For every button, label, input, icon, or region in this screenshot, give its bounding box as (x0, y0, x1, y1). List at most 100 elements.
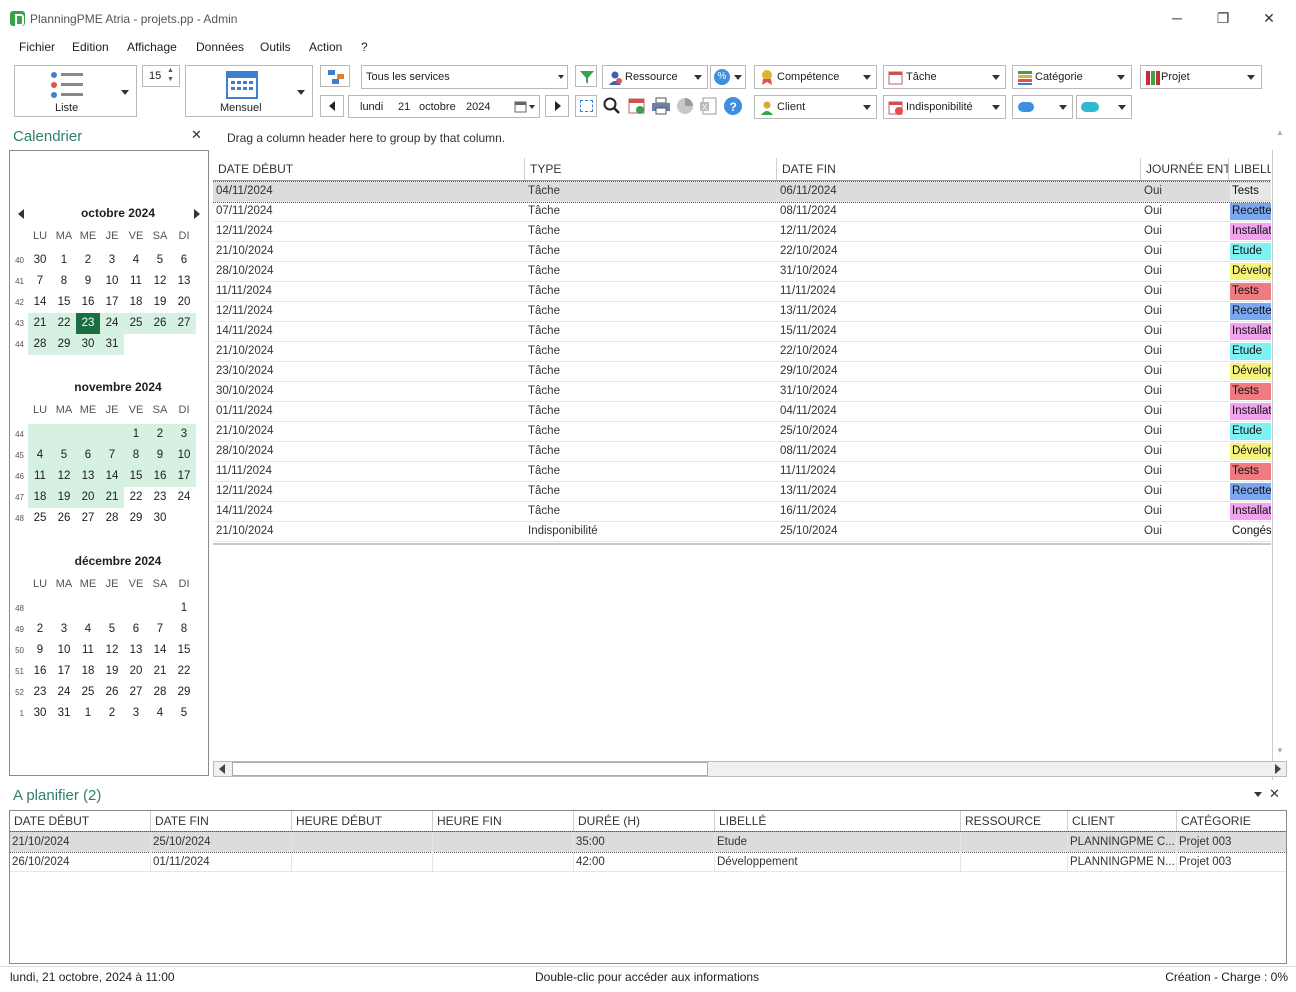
calendar-day[interactable]: 21 (28, 313, 52, 334)
calendar-day[interactable]: 18 (124, 292, 148, 313)
planner-column-date-debut[interactable]: DATE DÉBUT (10, 811, 151, 831)
calendar-day[interactable]: 7 (148, 619, 172, 640)
calendar-day[interactable]: 19 (148, 292, 172, 313)
table-row[interactable]: 21/10/2024 Tâche 22/10/2024 Oui Etude (213, 242, 1271, 262)
calendar-day[interactable]: 30 (28, 703, 52, 724)
calendar-day[interactable]: 17 (172, 466, 196, 487)
calendar-day[interactable]: 2 (28, 619, 52, 640)
calendar-day[interactable]: 8 (52, 271, 76, 292)
calendar-day[interactable]: 1 (52, 250, 76, 271)
planner-column-libelle[interactable]: LIBELLÉ (715, 811, 961, 831)
calendar-day[interactable]: 2 (100, 703, 124, 724)
calendar-day[interactable]: 29 (52, 334, 76, 355)
calendar-day[interactable]: 24 (172, 487, 196, 508)
scroll-thumb[interactable] (232, 762, 708, 776)
calendar-day[interactable]: 2 (148, 424, 172, 445)
calendar-day[interactable]: 31 (52, 703, 76, 724)
calendar-day[interactable]: 14 (28, 292, 52, 313)
calendar-day[interactable]: 1 (172, 598, 196, 619)
calendar-day[interactable]: 11 (124, 271, 148, 292)
table-row[interactable]: 21/10/2024 Indisponibilité 25/10/2024 Oui Co… (213, 522, 1271, 542)
planner-column-ressource[interactable]: RESSOURCE (961, 811, 1068, 831)
calendar-day[interactable]: 7 (28, 271, 52, 292)
table-row[interactable]: 21/10/2024 Tâche 25/10/2024 Oui Etude (213, 422, 1271, 442)
calendar-day[interactable]: 5 (148, 250, 172, 271)
period-spinner[interactable]: 15 ▲ ▼ (142, 65, 180, 87)
filter-indisponibilite[interactable]: Indisponibilité (883, 95, 1006, 119)
menu-outils[interactable]: Outils (260, 40, 291, 54)
sort-button[interactable] (320, 65, 350, 87)
planner-column-heure-debut[interactable]: HEURE DÉBUT (292, 811, 433, 831)
calendar-day[interactable]: 3 (52, 619, 76, 640)
spin-down-icon[interactable]: ▼ (167, 76, 174, 83)
close-window-button[interactable]: ✕ (1246, 4, 1292, 32)
menu-action[interactable]: Action (309, 40, 342, 54)
calendar-day[interactable]: 16 (28, 661, 52, 682)
calendar-day[interactable]: 18 (28, 487, 52, 508)
menu-fichier[interactable]: Fichier (19, 40, 55, 54)
calendar-day[interactable]: 6 (76, 445, 100, 466)
calendar-day[interactable]: 11 (76, 640, 100, 661)
calendar-day[interactable]: 10 (172, 445, 196, 466)
planner-row[interactable]: 26/10/2024 01/11/2024 42:00 Développement PL… (10, 852, 1286, 872)
calendar-day[interactable]: 13 (76, 466, 100, 487)
table-row[interactable]: 28/10/2024 Tâche 31/10/2024 Oui Dévelop (213, 262, 1271, 282)
calendar-day[interactable]: 22 (172, 661, 196, 682)
print-button[interactable] (651, 96, 673, 118)
table-row[interactable]: 30/10/2024 Tâche 31/10/2024 Oui Tests (213, 382, 1271, 402)
table-row[interactable]: 12/11/2024 Tâche 13/11/2024 Oui Recette (213, 482, 1271, 502)
scroll-right-icon[interactable] (1275, 764, 1281, 774)
planner-close-button[interactable]: ✕ (1269, 786, 1280, 802)
calendar-day[interactable]: 26 (52, 508, 76, 529)
calendar-day[interactable]: 9 (28, 640, 52, 661)
calendar-day[interactable]: 18 (76, 661, 100, 682)
export-excel-button[interactable]: X (699, 96, 721, 118)
calendar-day[interactable]: 3 (172, 424, 196, 445)
planner-column-duree[interactable]: DURÉE (H) (574, 811, 715, 831)
calendar-day[interactable]: 14 (148, 640, 172, 661)
calendar-day[interactable]: 23 (148, 487, 172, 508)
calendar-prev-month-button[interactable] (18, 209, 24, 219)
calendar-day[interactable]: 27 (76, 508, 100, 529)
calendar-day[interactable]: 4 (148, 703, 172, 724)
services-select[interactable]: Tous les services (361, 65, 568, 89)
charge-button[interactable]: % (710, 65, 746, 89)
calendar-day[interactable]: 29 (172, 682, 196, 703)
calendar-day-selected[interactable]: 23 (76, 313, 100, 334)
table-row[interactable]: 14/11/2024 Tâche 16/11/2024 Oui Installat (213, 502, 1271, 522)
calendar-day[interactable]: 29 (124, 508, 148, 529)
date-day[interactable]: lundi (360, 101, 383, 113)
calendar-day[interactable]: 4 (124, 250, 148, 271)
table-row[interactable]: 01/11/2024 Tâche 04/11/2024 Oui Installat (213, 402, 1271, 422)
calendar-day[interactable]: 2 (76, 250, 100, 271)
planner-column-categorie[interactable]: CATÉGORIE (1177, 811, 1286, 831)
calendar-day[interactable]: 20 (172, 292, 196, 313)
calendar-day[interactable]: 26 (148, 313, 172, 334)
calendar-day[interactable]: 14 (100, 466, 124, 487)
calendar-day[interactable]: 30 (76, 334, 100, 355)
view-month-button[interactable]: Mensuel (185, 65, 313, 117)
view-list-button[interactable]: Liste (14, 65, 137, 117)
calendar-day[interactable]: 28 (148, 682, 172, 703)
calendar-day[interactable]: 8 (172, 619, 196, 640)
planner-column-date-fin[interactable]: DATE FIN (151, 811, 292, 831)
column-date-fin[interactable]: DATE FIN (777, 158, 1141, 180)
menu-edition[interactable]: Edition (72, 40, 109, 54)
table-row[interactable]: 12/11/2024 Tâche 12/11/2024 Oui Installat (213, 222, 1271, 242)
minimize-button[interactable]: ─ (1154, 4, 1200, 32)
calendar-day[interactable]: 13 (172, 271, 196, 292)
spin-up-icon[interactable]: ▲ (167, 67, 174, 74)
calendar-day[interactable]: 3 (124, 703, 148, 724)
calendar-day[interactable]: 28 (100, 508, 124, 529)
calendar-day[interactable]: 6 (172, 250, 196, 271)
calendar-day[interactable]: 30 (148, 508, 172, 529)
table-row[interactable]: 12/11/2024 Tâche 13/11/2024 Oui Recette (213, 302, 1271, 322)
calendar-day[interactable]: 20 (124, 661, 148, 682)
table-row[interactable]: 11/11/2024 Tâche 11/11/2024 Oui Tests (213, 282, 1271, 302)
maximize-button[interactable]: ❐ (1200, 4, 1246, 32)
toggle-option-1[interactable] (1012, 95, 1073, 119)
chart-button[interactable] (675, 96, 697, 118)
date-picker[interactable]: lundi 21 octobre 2024 (348, 95, 540, 118)
calendar-day[interactable]: 9 (76, 271, 100, 292)
calendar-day[interactable]: 1 (76, 703, 100, 724)
